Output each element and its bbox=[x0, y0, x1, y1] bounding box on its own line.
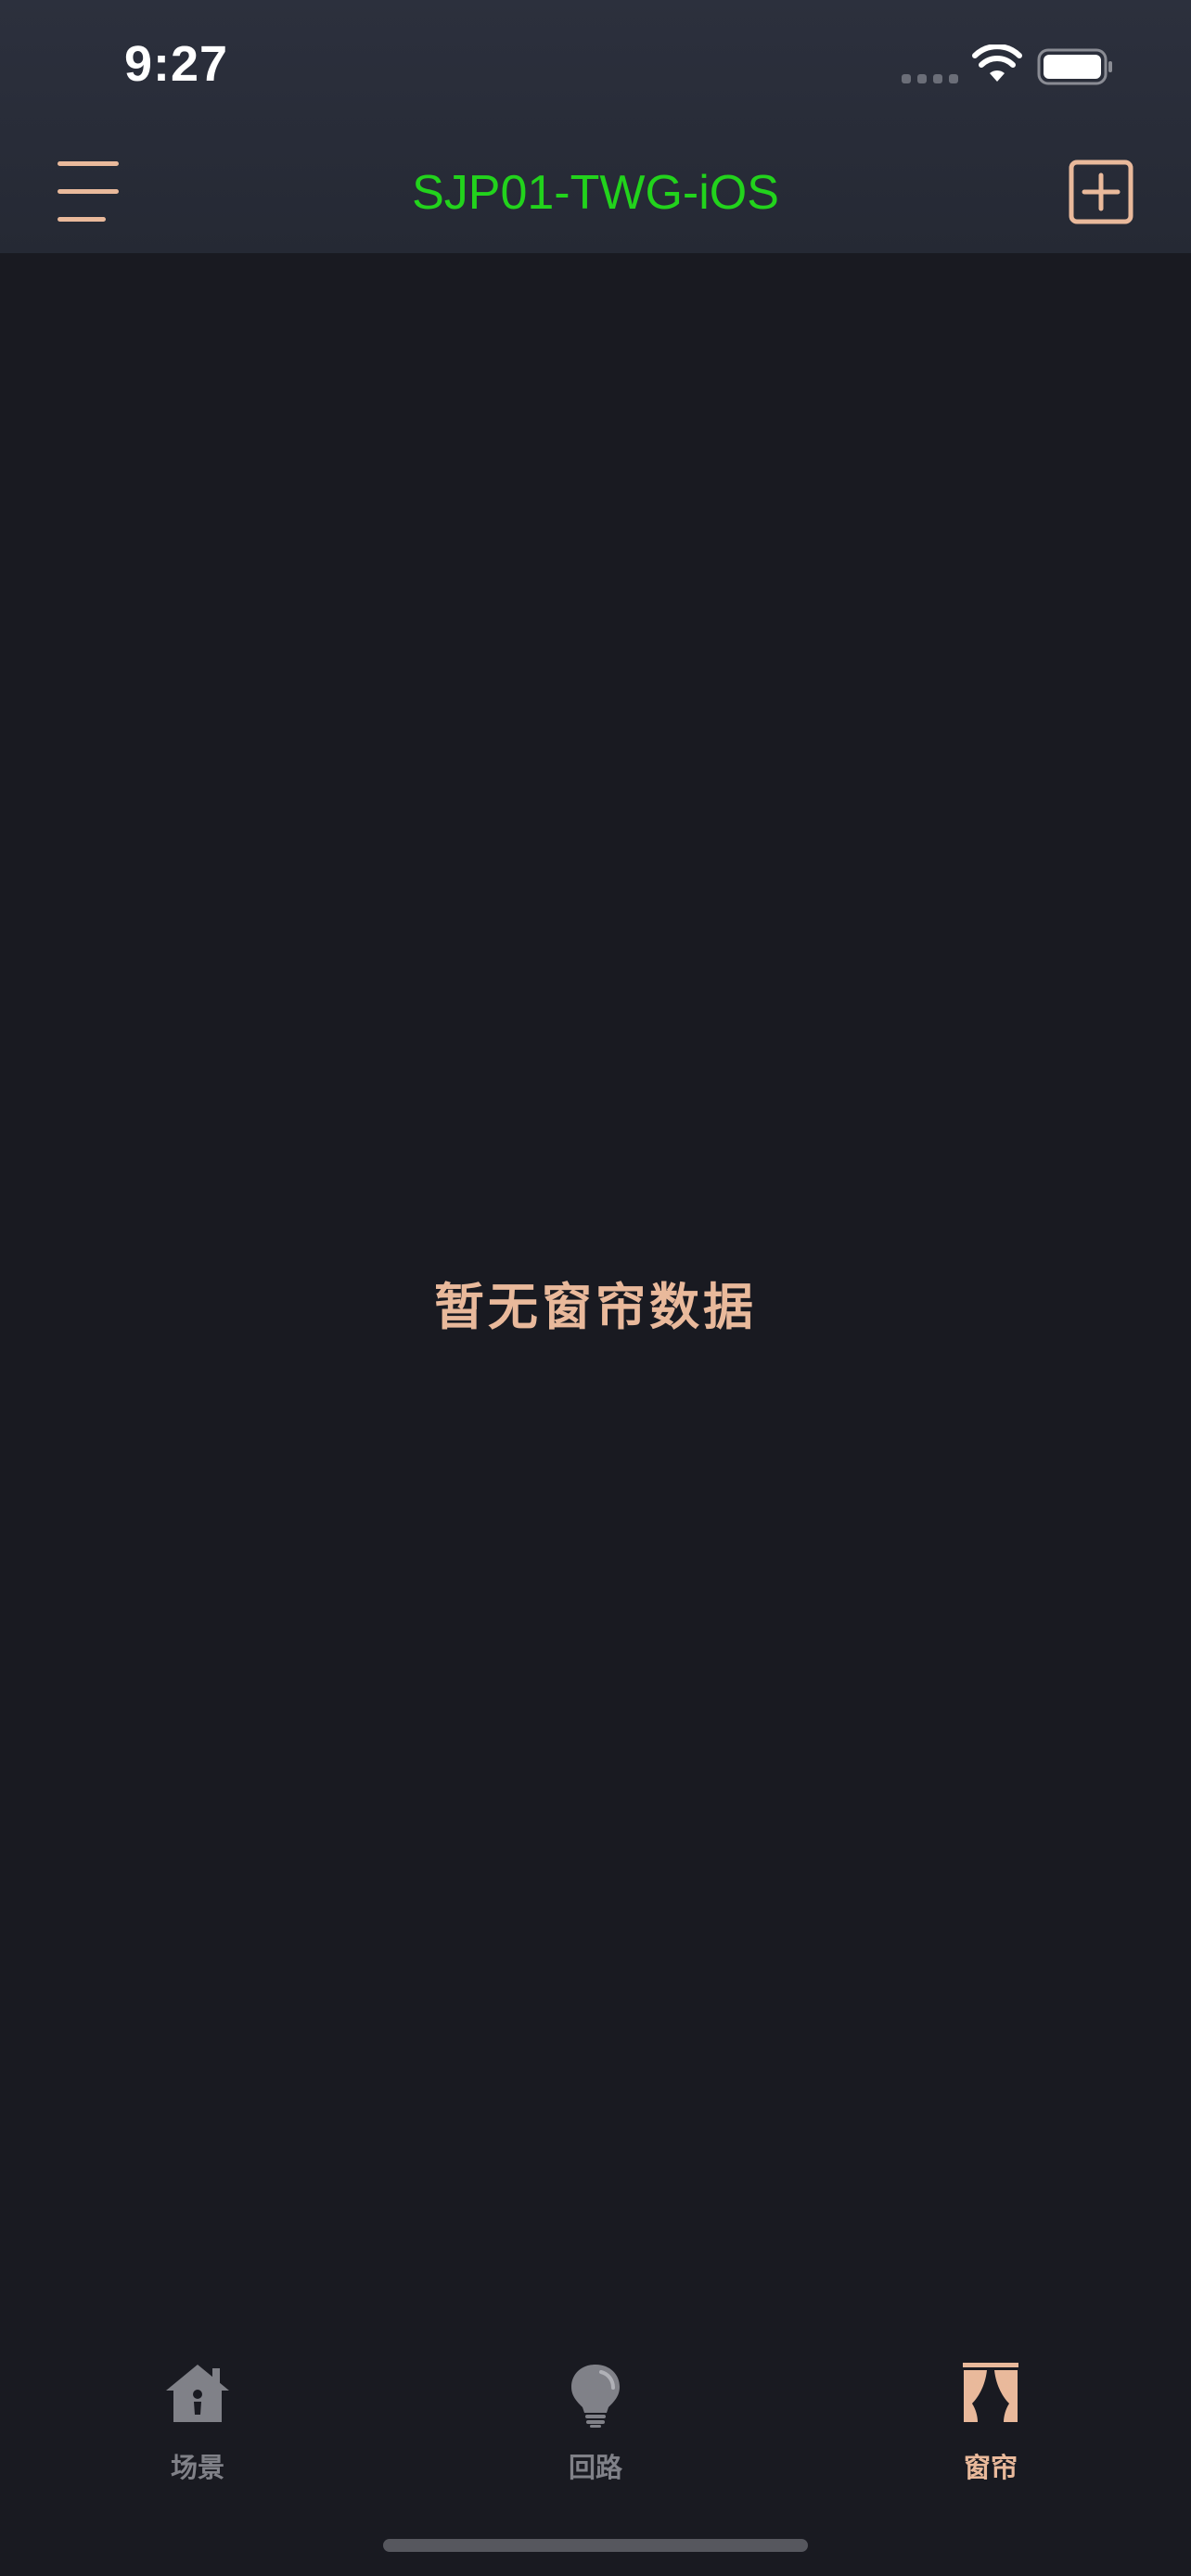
status-time: 9:27 bbox=[124, 36, 229, 92]
header: 9:27 SJP01-TWG-iOS bbox=[0, 0, 1191, 253]
tab-curtain-label: 窗帘 bbox=[963, 2452, 1018, 2483]
app-screen: 9:27 SJP01-TWG-iOS 暂无窗帘数据 场景 回路 窗帘 bbox=[0, 0, 1191, 2576]
menu-button[interactable] bbox=[54, 158, 124, 224]
hamburger-menu-icon bbox=[58, 161, 119, 166]
house-icon bbox=[166, 2365, 229, 2422]
plus-square-icon bbox=[1069, 159, 1133, 224]
home-indicator[interactable] bbox=[383, 2539, 808, 2552]
tab-circuit-label: 回路 bbox=[568, 2452, 622, 2483]
tab-curtain[interactable]: 窗帘 bbox=[852, 2346, 1130, 2485]
tab-scene[interactable]: 场景 bbox=[58, 2346, 337, 2485]
tab-scene-label: 场景 bbox=[170, 2452, 224, 2483]
cellular-signal-icon bbox=[902, 74, 958, 83]
wifi-icon bbox=[972, 45, 1022, 82]
add-button[interactable] bbox=[1069, 159, 1133, 224]
tab-circuit[interactable]: 回路 bbox=[456, 2346, 735, 2485]
battery-icon bbox=[1037, 48, 1112, 85]
tab-bar: 场景 回路 窗帘 bbox=[0, 2346, 1191, 2494]
page-title: SJP01-TWG-iOS bbox=[412, 166, 779, 220]
empty-state-message: 暂无窗帘数据 bbox=[434, 1278, 757, 1336]
curtain-icon bbox=[963, 2363, 1018, 2422]
lightbulb-icon bbox=[571, 2365, 620, 2428]
